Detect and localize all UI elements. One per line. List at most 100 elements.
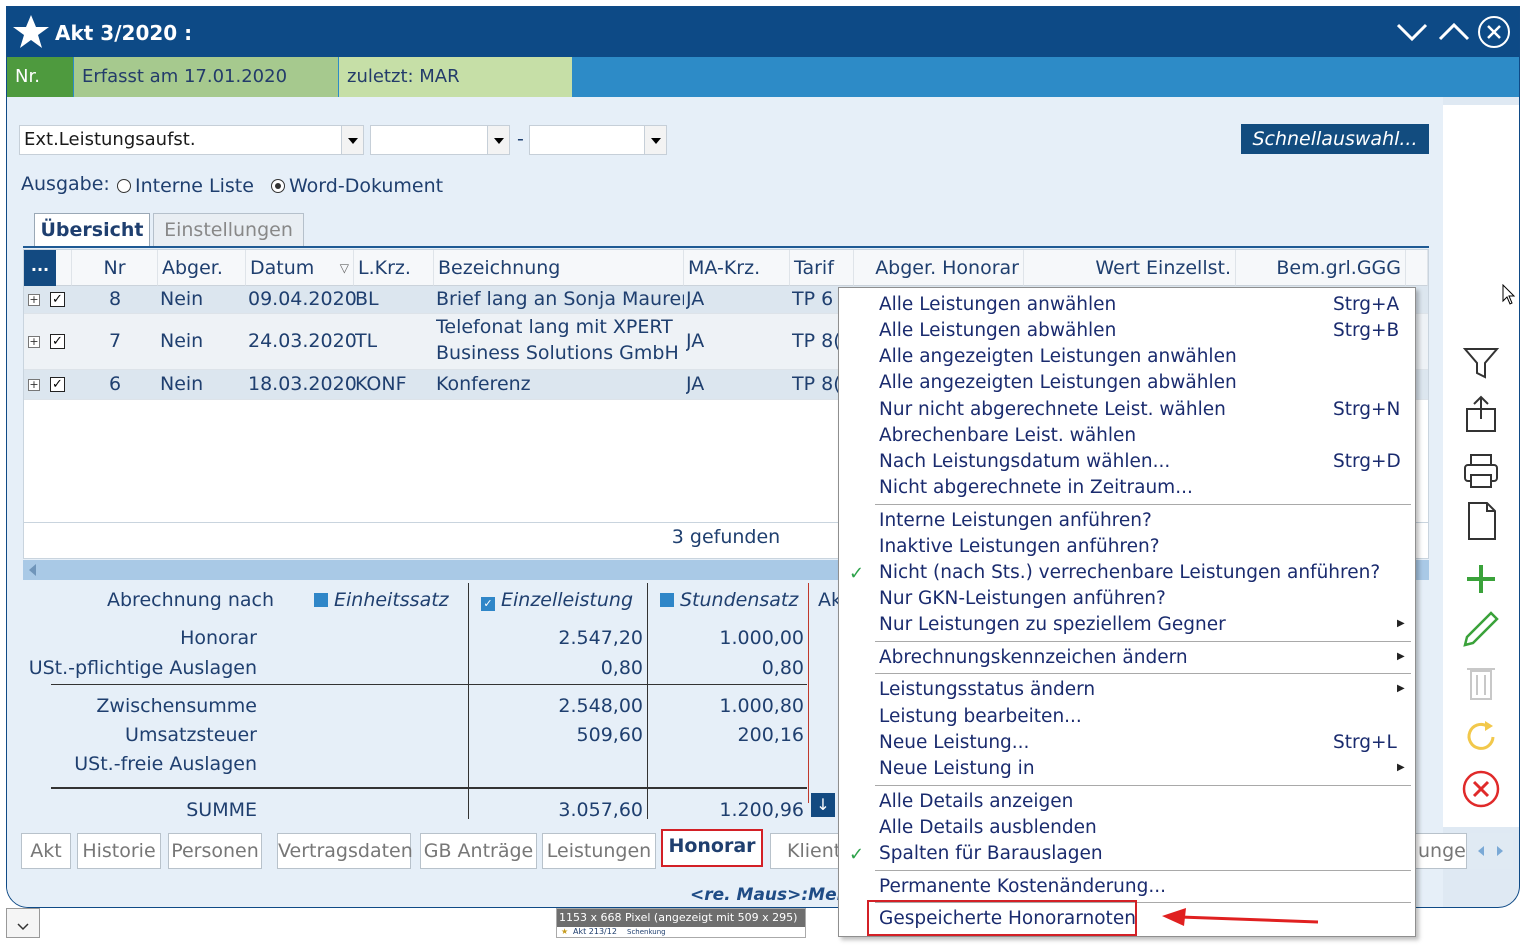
dropdown-arrow-icon[interactable] (487, 126, 509, 154)
expand-icon[interactable]: + (28, 379, 40, 391)
expand-icon[interactable]: + (28, 294, 40, 306)
arrow-down-icon[interactable]: ↓ (811, 793, 835, 817)
menu-item-saved-invoices[interactable]: Gespeicherte Honorarnoten (879, 908, 1136, 929)
add-icon[interactable] (1461, 559, 1501, 599)
submenu-arrow-icon: ▶ (1397, 651, 1405, 662)
output-option-internal[interactable]: Interne Liste (117, 175, 254, 197)
checkbox[interactable] (314, 593, 328, 607)
col-header-bemgrl[interactable]: Bem.grl.GGG (1236, 250, 1406, 286)
scroll-left-icon[interactable] (1478, 846, 1484, 856)
record-number: Nr. 64 (7, 57, 73, 127)
menu-item-select-billable[interactable]: Abrechenbare Leist. wählen (879, 425, 1136, 446)
output-option-internal-label: Interne Liste (135, 175, 254, 197)
menu-item-select-shown[interactable]: Alle angezeigten Leistungen anwählen (879, 346, 1237, 367)
menu-item-select-unbilled[interactable]: Nur nicht abgerechnete Leist. wählen (879, 399, 1226, 420)
report-type-value: Ext.Leistungsaufst. (24, 129, 196, 150)
summary-col-einheitssatz[interactable]: Einheitssatz (314, 589, 449, 611)
menu-item-special-opponent[interactable]: Nur Leistungen zu speziellem Gegner (879, 614, 1226, 635)
menu-item-deselect-all[interactable]: Alle Leistungen abwählen (879, 320, 1116, 341)
cancel-icon[interactable] (1461, 769, 1501, 809)
date-to-select[interactable] (529, 125, 667, 155)
quick-select-button[interactable]: Schnellauswahl... (1241, 124, 1429, 154)
stunden-summe: 1.200,96 (719, 799, 804, 821)
col-header-lkrz[interactable]: L.Krz. (354, 250, 434, 286)
chevron-down-icon[interactable] (1395, 15, 1429, 49)
tab-personen[interactable]: Personen (168, 833, 262, 869)
refresh-icon[interactable] (1461, 717, 1501, 757)
export-icon[interactable] (1461, 393, 1501, 433)
cell-ma-krz: JA (686, 330, 705, 352)
tab-historie[interactable]: Historie (77, 833, 161, 869)
chevron-up-icon[interactable] (1437, 15, 1471, 49)
checkbox[interactable] (660, 593, 674, 607)
col-header-nr[interactable]: Nr (72, 250, 158, 286)
output-option-word-label: Word-Dokument (289, 175, 444, 197)
menu-item-change-status[interactable]: Leistungsstatus ändern (879, 679, 1095, 700)
divider (808, 583, 809, 803)
menu-item-new-service[interactable]: Neue Leistung... (879, 732, 1029, 753)
row-checkbox[interactable]: ✓ (50, 377, 65, 392)
menu-item-select-all[interactable]: Alle Leistungen anwählen (879, 294, 1116, 315)
col-header-tarif[interactable]: Tarif (790, 250, 854, 286)
tab-leistungen[interactable]: Leistungen (542, 833, 656, 869)
report-type-select[interactable]: Ext.Leistungsaufst. (19, 125, 364, 155)
col-header-wert[interactable]: Wert Einzellst. (1024, 250, 1236, 286)
scroll-right-icon[interactable] (1497, 846, 1503, 856)
menu-item-internal-services[interactable]: Interne Leistungen anführen? (879, 510, 1152, 531)
dropdown-arrow-icon[interactable] (644, 126, 666, 154)
trash-icon[interactable] (1461, 661, 1501, 701)
edit-pencil-icon[interactable] (1461, 609, 1501, 649)
menu-item-deselect-shown[interactable]: Alle angezeigten Leistungen abwählen (879, 372, 1237, 393)
tab-honorar[interactable]: Honorar (661, 829, 763, 867)
menu-item-unbilled-in-range[interactable]: Nicht abgerechnete in Zeitraum... (879, 477, 1193, 498)
print-icon[interactable] (1461, 451, 1501, 491)
submenu-arrow-icon: ▶ (1397, 762, 1405, 773)
menu-item-select-by-date[interactable]: Nach Leistungsdatum wählen... (879, 451, 1170, 472)
cell-abger: Nein (160, 373, 204, 395)
menu-item-new-service-in[interactable]: Neue Leistung in (879, 758, 1035, 779)
menu-item-non-billable[interactable]: Nicht (nach Sts.) verrechenbare Leistung… (879, 562, 1380, 583)
menu-item-gkn-only[interactable]: Nur GKN-Leistungen anführen? (879, 588, 1166, 609)
menu-item-cash-columns[interactable]: Spalten für Barauslagen (879, 843, 1103, 864)
select-all-button[interactable]: ... (24, 250, 56, 286)
summary-label-honorar: Honorar (180, 627, 257, 649)
radio-button[interactable] (117, 179, 131, 193)
menu-item-permanent-cost-change[interactable]: Permanente Kostenänderung... (879, 876, 1166, 897)
expand-icon[interactable]: + (28, 336, 40, 348)
col-header-ma-krz[interactable]: MA-Krz. (684, 250, 790, 286)
row-checkbox[interactable]: ✓ (50, 292, 65, 307)
tab-gb-antraege[interactable]: GB Anträge (420, 833, 537, 869)
scroll-down-button[interactable] (6, 908, 40, 938)
tab-vertragsdaten[interactable]: Vertragsdaten (277, 833, 413, 869)
menu-item-change-billing-flag[interactable]: Abrechnungskennzeichen ändern (879, 647, 1188, 668)
summary-col-stundensatz[interactable]: Stundensatz (660, 589, 798, 611)
row-checkbox[interactable]: ✓ (50, 334, 65, 349)
scroll-left-icon[interactable] (29, 564, 36, 576)
menu-item-hide-details[interactable]: Alle Details ausblenden (879, 817, 1097, 838)
summary-col-einzelleistung[interactable]: ✓ Einzelleistung (481, 589, 633, 611)
col-header-abger[interactable]: Abger. (158, 250, 246, 286)
tab-overview[interactable]: Übersicht (34, 213, 150, 247)
tab-settings[interactable]: Einstellungen (153, 213, 304, 247)
menu-item-edit-service[interactable]: Leistung bearbeiten... (879, 706, 1082, 727)
output-option-word[interactable]: Word-Dokument (271, 175, 443, 197)
tab-scroll[interactable] (1469, 833, 1513, 869)
col-header-abger-honorar[interactable]: Abger. Honorar (854, 250, 1024, 286)
radio-button[interactable] (271, 179, 285, 193)
col-header-bezeichnung[interactable]: Bezeichnung (434, 250, 684, 286)
close-icon[interactable] (1477, 15, 1511, 49)
menu-item-inactive-services[interactable]: Inaktive Leistungen anführen? (879, 536, 1160, 557)
new-document-icon[interactable] (1461, 501, 1501, 541)
menu-item-show-details[interactable]: Alle Details anzeigen (879, 791, 1073, 812)
tab-akt[interactable]: Akt (21, 833, 71, 869)
dropdown-arrow-icon[interactable] (341, 126, 363, 154)
filter-icon[interactable] (1461, 343, 1501, 383)
date-from-select[interactable] (370, 125, 510, 155)
checkbox-checked[interactable]: ✓ (481, 597, 495, 611)
checkmark-icon: ✓ (849, 844, 865, 865)
tab-klient[interactable]: Klient (770, 833, 840, 869)
col-header-datum[interactable]: Datum ▽ (246, 250, 354, 286)
star-icon[interactable] (11, 12, 51, 52)
tab-more[interactable]: ungen (1415, 833, 1467, 869)
created-info: Erfasst am 17.01.2020 (MAR) (74, 57, 338, 127)
